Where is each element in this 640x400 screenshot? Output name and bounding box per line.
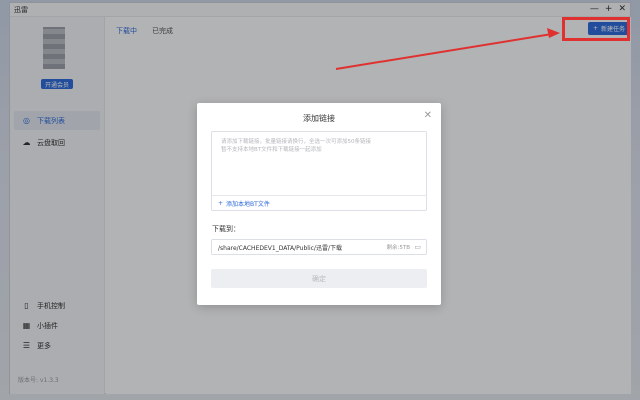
download-to-label: 下载到： bbox=[212, 225, 240, 233]
placeholder-line: 暂不支持本地BT文件和下载链接一起添加 bbox=[221, 147, 322, 153]
dialog-title: 添加链接 bbox=[303, 114, 335, 123]
download-path-field[interactable]: /share/CACHEDEV1_DATA/Public/迅雷/下载 剩余:5T… bbox=[211, 239, 427, 255]
placeholder-line: 请添加下载链接，批量链接请换行，全选一次可添加50条链接 bbox=[221, 139, 372, 145]
add-bt-label: 添加本地BT文件 bbox=[226, 200, 270, 208]
confirm-button[interactable]: 确定 bbox=[211, 269, 427, 288]
link-input-placeholder: 请添加下载链接，批量链接请换行，全选一次可添加50条链接 暂不支持本地BT文件和… bbox=[221, 138, 421, 154]
free-space-label: 剩余:5TB bbox=[386, 245, 411, 251]
close-icon[interactable]: ✕ bbox=[424, 110, 432, 121]
add-local-bt-button[interactable]: + 添加本地BT文件 bbox=[212, 195, 426, 210]
add-link-dialog: 添加链接 ✕ 请添加下载链接，批量链接请换行，全选一次可添加50条链接 暂不支持… bbox=[197, 103, 441, 305]
folder-icon[interactable]: ▭ bbox=[414, 243, 421, 251]
plus-icon: + bbox=[218, 199, 224, 207]
link-input[interactable]: 请添加下载链接，批量链接请换行，全选一次可添加50条链接 暂不支持本地BT文件和… bbox=[211, 131, 427, 211]
download-path-value: /share/CACHEDEV1_DATA/Public/迅雷/下载 bbox=[218, 244, 342, 252]
annotation-highlight-box bbox=[562, 17, 630, 41]
